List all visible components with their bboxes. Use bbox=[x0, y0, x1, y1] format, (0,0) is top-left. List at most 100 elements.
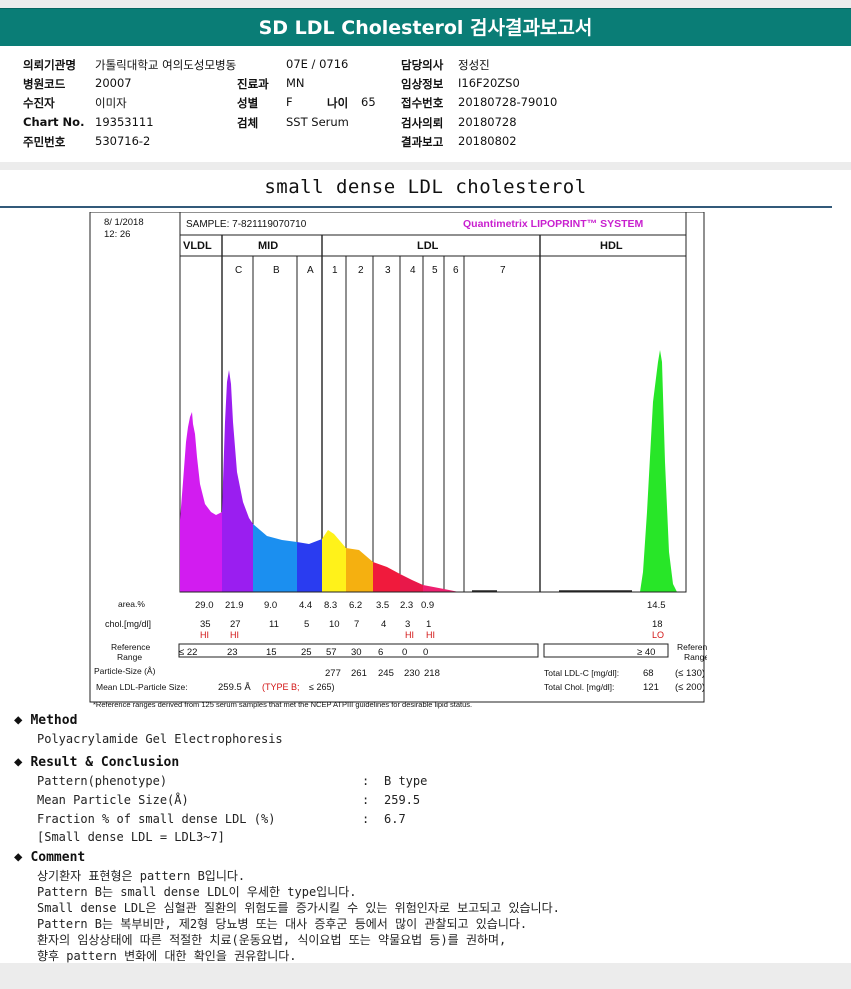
patient-info: 의뢰기관명 가톨릭대학교 여의도성모병동 07E / 0716 담당의사 정성진… bbox=[0, 46, 851, 162]
patient-name: 이미자 bbox=[95, 96, 127, 110]
dept-label: 진료과 bbox=[237, 77, 269, 91]
comment-line-5: 환자의 임상상태에 따른 적절한 치료(운동요법, 식이요법 또는 약물요법 등… bbox=[37, 933, 507, 947]
band-label-B: B bbox=[273, 265, 280, 276]
resident-number: 530716-2 bbox=[95, 134, 151, 148]
diamond-icon: ◆ bbox=[14, 849, 23, 865]
band-label-6: 6 bbox=[453, 265, 459, 276]
result-value-1: B type bbox=[384, 774, 428, 788]
result-label-2: Mean Particle Size(Å) bbox=[37, 793, 189, 807]
institution: 가톨릭대학교 여의도성모병동 bbox=[95, 58, 237, 72]
band-label-C: C bbox=[235, 265, 242, 276]
flag-hi: HI bbox=[230, 630, 239, 640]
group-vldl: VLDL bbox=[183, 240, 212, 252]
particle-size: 261 bbox=[351, 668, 367, 679]
area-value: 6.2 bbox=[349, 600, 362, 611]
method-text: Polyacrylamide Gel Electrophoresis bbox=[37, 732, 283, 746]
doctor-label: 담당의사 bbox=[401, 58, 444, 72]
area-label: area.% bbox=[118, 599, 145, 609]
ref-value: 6 bbox=[378, 647, 383, 658]
ref-value: ≥ 40 bbox=[637, 647, 655, 658]
band-label-2: 2 bbox=[358, 265, 364, 276]
band-label-A: A bbox=[307, 265, 314, 276]
chol-value: 3 bbox=[405, 619, 410, 630]
chart-no: 19353111 bbox=[95, 115, 154, 129]
chol-value: 35 bbox=[200, 619, 211, 630]
band-label-7: 7 bbox=[500, 265, 506, 276]
particle-size: 218 bbox=[424, 668, 440, 679]
result-note: [Small dense LDL = LDL3~7] bbox=[37, 830, 225, 844]
chol-value: 11 bbox=[269, 619, 279, 630]
chol-value: 7 bbox=[354, 619, 359, 630]
total-ldl-ref: (≤ 130) bbox=[675, 668, 705, 679]
ward: 07E / 0716 bbox=[286, 57, 349, 71]
doctor: 정성진 bbox=[458, 58, 490, 72]
total-chol-ref: (≤ 200) bbox=[675, 682, 705, 693]
method-heading: ◆ Method bbox=[14, 712, 78, 728]
group-ldl: LDL bbox=[417, 240, 439, 252]
resident-label: 주민번호 bbox=[23, 135, 66, 149]
section-title: small dense LDL cholesterol bbox=[264, 176, 587, 198]
band-area-c bbox=[222, 370, 253, 592]
lipoprint-svg: 8/ 1/201812: 26 SAMPLE: 7-821119070710 Qua… bbox=[89, 212, 707, 709]
chol-value: 4 bbox=[381, 619, 386, 630]
title-rule bbox=[0, 206, 832, 208]
age: 65 bbox=[361, 95, 376, 109]
ref-value: 0 bbox=[402, 647, 407, 658]
band-area-ldl1 bbox=[322, 530, 346, 592]
ref-value: 23 bbox=[227, 647, 238, 658]
comment-line-4: Pattern B는 복부비만, 제2형 당뇨병 또는 대사 증후군 등에서 많… bbox=[37, 917, 528, 931]
area-value: 14.5 bbox=[647, 600, 666, 611]
band-label-3: 3 bbox=[385, 265, 391, 276]
bottom-strip bbox=[0, 963, 851, 989]
comment-line-1: 상기환자 표현형은 pattern B입니다. bbox=[37, 869, 246, 883]
particle-size: 277 bbox=[325, 668, 341, 679]
mean-size-label: Mean LDL-Particle Size: bbox=[96, 682, 188, 692]
band-area-vldl bbox=[180, 412, 222, 592]
chart-frame bbox=[89, 212, 705, 703]
comment-line-6: 향후 pattern 변화에 대한 확인을 권유합니다. bbox=[37, 949, 297, 963]
result-sep-1: : bbox=[362, 774, 370, 788]
lipoprint-chart: 8/ 1/2018 12: 26 SAMPLE: 7-821119070710 Qua… bbox=[87, 212, 707, 712]
hospital-code-label: 병원코드 bbox=[23, 77, 66, 91]
request-date: 20180728 bbox=[458, 115, 517, 129]
band-area-ldl3 bbox=[373, 562, 400, 592]
area-value: 2.3 bbox=[400, 600, 413, 611]
report-title: SD LDL Cholesterol 검사결과보고서 bbox=[258, 17, 593, 39]
band-label-1: 1 bbox=[332, 265, 338, 276]
ref-label: Range bbox=[117, 652, 142, 662]
receipt-label: 접수번호 bbox=[401, 96, 444, 110]
flag-hi: HI bbox=[426, 630, 435, 640]
dept: MN bbox=[286, 76, 305, 90]
band-area-ldl5 bbox=[423, 585, 459, 592]
diamond-icon: ◆ bbox=[14, 754, 23, 770]
particle-size: 230 bbox=[404, 668, 420, 679]
area-value: 29.0 bbox=[195, 600, 214, 611]
chol-value: 18 bbox=[652, 619, 663, 630]
system-title: Quantimetrix LIPOPRINT™ SYSTEM bbox=[463, 218, 644, 230]
band-area-ldl4 bbox=[400, 574, 423, 592]
ref-label-right: Reference bbox=[677, 642, 707, 652]
ref-value: 15 bbox=[266, 647, 277, 658]
specimen-label: 검체 bbox=[237, 116, 259, 130]
patient-label: 수진자 bbox=[23, 96, 55, 110]
band-area-b bbox=[253, 524, 297, 592]
ref-value: 25 bbox=[301, 647, 312, 658]
clinical-info: I16F20ZS0 bbox=[458, 76, 520, 90]
particle-label: Particle-Size (Å) bbox=[94, 666, 156, 676]
chol-value: 10 bbox=[329, 619, 340, 630]
mean-type: (TYPE B; bbox=[262, 682, 300, 692]
report-date-label: 결과보고 bbox=[401, 135, 444, 149]
chol-label: chol.[mg/dl] bbox=[105, 619, 151, 629]
area-value: 4.4 bbox=[299, 600, 312, 611]
area-value: 0.9 bbox=[421, 600, 434, 611]
mean-size: 259.5 Å bbox=[218, 682, 251, 693]
band-label-4: 4 bbox=[410, 265, 416, 276]
chart-time: 12: 26 bbox=[104, 229, 130, 240]
ref-value: 30 bbox=[351, 647, 362, 658]
ref-value: 0 bbox=[423, 647, 428, 658]
band-label-5: 5 bbox=[432, 265, 438, 276]
area-value: 8.3 bbox=[324, 600, 337, 611]
flag-hi: HI bbox=[405, 630, 414, 640]
particle-size: 245 bbox=[378, 668, 394, 679]
sex-label: 성별 bbox=[237, 96, 259, 110]
